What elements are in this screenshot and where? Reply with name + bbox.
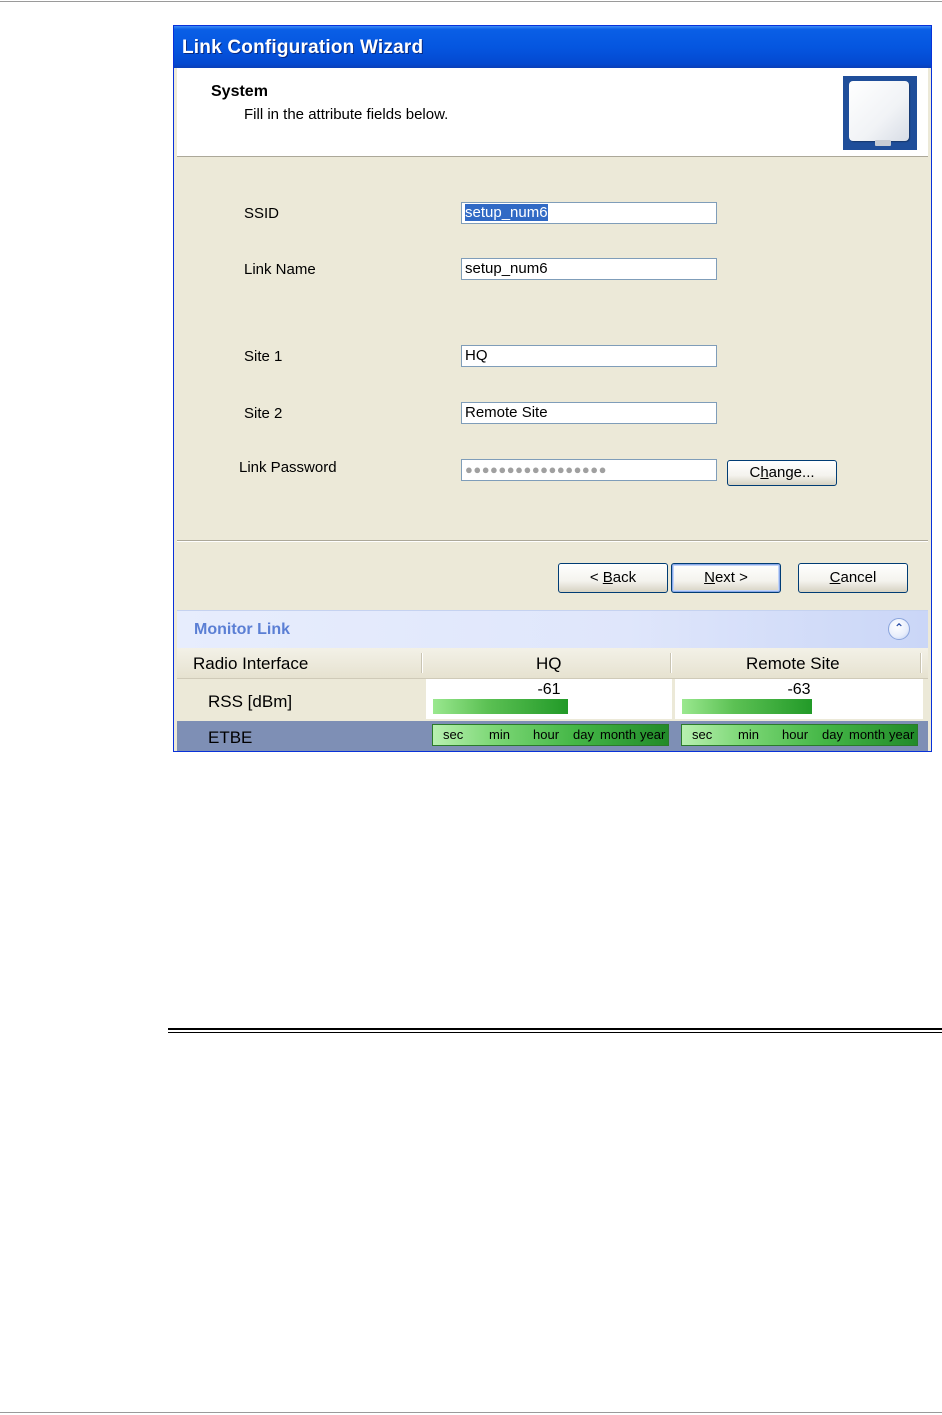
rss-hq-bar (433, 699, 568, 714)
monitor-grid: Radio Interface HQ Remote Site RSS [dBm]… (177, 648, 928, 751)
rss-remote-value: -63 (787, 681, 811, 698)
window-title: Link Configuration Wizard (182, 37, 424, 58)
etbe-hq-min: min (489, 727, 510, 742)
link-password-input[interactable]: ●●●●●●●●●●●●●●●●● (461, 459, 717, 481)
etbe-remote-hour: hour (782, 727, 809, 742)
etbe-remote-day: day (822, 727, 843, 742)
site2-label: Site 2 (244, 405, 283, 422)
col-radio-interface: Radio Interface (193, 654, 309, 673)
etbe-hq-bar: sec min hour day month year (432, 724, 669, 746)
etbe-remote-sec: sec (692, 727, 713, 742)
col-hq: HQ (536, 654, 562, 673)
step-title: System (211, 83, 268, 100)
grid-header: Radio Interface HQ Remote Site (177, 648, 928, 679)
ssid-label: SSID (244, 205, 280, 222)
link-name-label: Link Name (244, 261, 316, 278)
back-button[interactable]: < Back (558, 563, 668, 593)
site1-input[interactable]: HQ (461, 345, 717, 367)
site1-label: Site 1 (244, 348, 283, 365)
page-double-rule (168, 1028, 942, 1033)
etbe-remote-month: month (849, 727, 886, 742)
wizard-header: System Fill in the attribute fields belo… (177, 68, 928, 157)
etbe-remote-year: year (889, 727, 915, 742)
next-button[interactable]: Next > (671, 563, 781, 593)
etbe-remote-min: min (738, 727, 759, 742)
col-remote-site: Remote Site (746, 654, 840, 673)
title-bar[interactable]: Link Configuration Wizard (174, 26, 931, 68)
etbe-hq-hour: hour (533, 727, 560, 742)
double-chevron-up-icon[interactable]: ⌃ (888, 618, 910, 640)
ssid-value: setup_num6 (465, 204, 548, 221)
link-name-input[interactable]: setup_num6 (461, 258, 717, 280)
page-top-rule (0, 1, 942, 2)
rss-label: RSS [dBm] (208, 692, 293, 711)
etbe-remote-bar: sec min hour day month year (681, 724, 918, 746)
link-password-label: Link Password (239, 459, 337, 476)
rss-remote-bar (682, 699, 812, 714)
etbe-hq-month: month (600, 727, 637, 742)
site2-input[interactable]: Remote Site (461, 402, 717, 424)
cancel-button[interactable]: Cancel (798, 563, 908, 593)
attribute-form: SSID setup_num6 Link Name setup_num6 Sit… (177, 157, 928, 540)
rss-hq-value: -61 (537, 681, 561, 698)
ssid-input[interactable]: setup_num6 (461, 202, 717, 224)
etbe-hq-day: day (573, 727, 594, 742)
wizard-window: Link Configuration Wizard System Fill in… (173, 25, 932, 752)
etbe-hq-year: year (640, 727, 666, 742)
rss-hq-cell: -61 (426, 679, 672, 719)
antenna-device-icon (843, 76, 917, 150)
change-password-button[interactable]: Change... (727, 460, 837, 486)
step-subtitle: Fill in the attribute fields below. (244, 106, 449, 123)
etbe-hq-sec: sec (443, 727, 464, 742)
wizard-separator (177, 540, 928, 542)
monitor-link-title: Monitor Link (194, 621, 290, 638)
etbe-label: ETBE (208, 728, 253, 747)
monitor-link-bar[interactable]: Monitor Link ⌃ (177, 610, 928, 649)
page-bottom-rule (0, 1412, 942, 1413)
rss-remote-cell: -63 (675, 679, 923, 719)
